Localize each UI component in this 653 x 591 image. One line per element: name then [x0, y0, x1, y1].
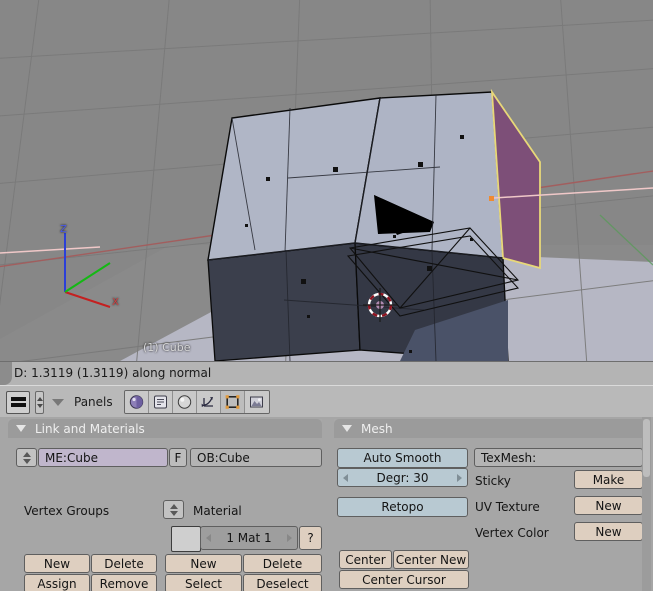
vgroup-assign-button[interactable]: Assign	[24, 574, 90, 591]
material-help-button[interactable]: ?	[299, 526, 322, 550]
transform-status-bar: D: 1.3119 (1.3119) along normal	[0, 361, 653, 385]
retopo-button[interactable]: Retopo	[337, 497, 468, 517]
material-delete-button[interactable]: Delete	[243, 554, 322, 573]
degr-decrease-arrow-icon[interactable]	[343, 473, 348, 482]
material-deselect-button[interactable]: Deselect	[243, 574, 322, 591]
3d-viewport[interactable]: Z X (1) Cube	[0, 0, 653, 361]
uv-texture-label: UV Texture	[475, 500, 540, 514]
vgroup-delete-button[interactable]: Delete	[91, 554, 157, 573]
object-icon[interactable]	[196, 391, 221, 413]
auto-smooth-degrees-field[interactable]: Degr: 30	[337, 468, 468, 487]
material-color-swatch[interactable]	[171, 526, 201, 552]
center-cursor-button[interactable]: Center Cursor	[339, 570, 469, 589]
mesh-datablock-stepper[interactable]	[16, 448, 37, 467]
transform-status-text: D: 1.3119 (1.3119) along normal	[14, 366, 212, 380]
mesh-name-field[interactable]: ME:Cube	[38, 448, 168, 467]
vertex-color-label: Vertex Color	[475, 526, 549, 540]
collapse-triangle-icon[interactable]	[342, 425, 352, 432]
vgroup-remove-button[interactable]: Remove	[91, 574, 157, 591]
material-label: Material	[193, 504, 242, 518]
material-new-button[interactable]: New	[165, 554, 242, 573]
viewport-canvas	[0, 0, 653, 361]
texmesh-field[interactable]: TexMesh:	[474, 448, 643, 467]
material-prev-arrow-icon[interactable]	[206, 534, 211, 542]
buttons-panel-area: Link and Materials ME:Cube F OB:Cube Ver…	[0, 417, 653, 591]
panel-header-link-and-materials[interactable]: Link and Materials	[8, 419, 322, 438]
sticky-make-button[interactable]: Make	[574, 470, 643, 489]
panel-link-and-materials: Link and Materials ME:Cube F OB:Cube Ver…	[8, 419, 322, 591]
uv-texture-new-button[interactable]: New	[574, 496, 643, 515]
material-index-stepper[interactable]	[163, 500, 184, 519]
material-index-value: 1 Mat 1	[226, 531, 272, 545]
shading-icon[interactable]	[124, 391, 149, 413]
context-icon-group	[123, 390, 270, 414]
material-next-arrow-icon[interactable]	[287, 534, 292, 542]
material-index-field[interactable]: 1 Mat 1	[200, 526, 298, 550]
panel-menu-chevron-down-icon[interactable]	[52, 398, 64, 406]
panel-title: Link and Materials	[35, 421, 145, 436]
object-name-field[interactable]: OB:Cube	[190, 448, 322, 467]
panel-vertical-scrollbar[interactable]	[642, 417, 651, 591]
panels-label: Panels	[74, 395, 113, 409]
buttons-window-icon[interactable]	[6, 390, 30, 414]
material-select-button[interactable]: Select	[165, 574, 242, 591]
center-new-button[interactable]: Center New	[393, 550, 469, 569]
script-icon[interactable]	[148, 391, 173, 413]
panel-title: Mesh	[361, 421, 393, 436]
fake-user-button[interactable]: F	[169, 448, 187, 467]
auto-smooth-button[interactable]: Auto Smooth	[337, 448, 468, 468]
window-type-stepper[interactable]	[35, 390, 44, 414]
blender-window: Z X (1) Cube D: 1.3119 (1.3119) along no…	[0, 0, 653, 591]
scrollbar-thumb[interactable]	[643, 419, 650, 477]
collapse-triangle-icon[interactable]	[16, 425, 26, 432]
degr-value: Degr: 30	[376, 470, 429, 485]
material-icon[interactable]	[172, 391, 197, 413]
header-corner-round	[0, 362, 12, 385]
buttons-window-header: Panels	[0, 385, 653, 417]
center-button[interactable]: Center	[339, 550, 392, 569]
editing-icon[interactable]	[220, 391, 245, 413]
scene-icon[interactable]	[244, 391, 269, 413]
panel-mesh: Mesh Auto Smooth Degr: 30 Retopo TexMesh…	[334, 419, 646, 591]
sticky-label: Sticky	[475, 474, 511, 488]
panel-header-mesh[interactable]: Mesh	[334, 419, 646, 438]
degr-increase-arrow-icon[interactable]	[457, 473, 462, 482]
vertex-groups-label: Vertex Groups	[24, 504, 110, 518]
vgroup-new-button[interactable]: New	[24, 554, 90, 573]
vertex-color-new-button[interactable]: New	[574, 522, 643, 541]
